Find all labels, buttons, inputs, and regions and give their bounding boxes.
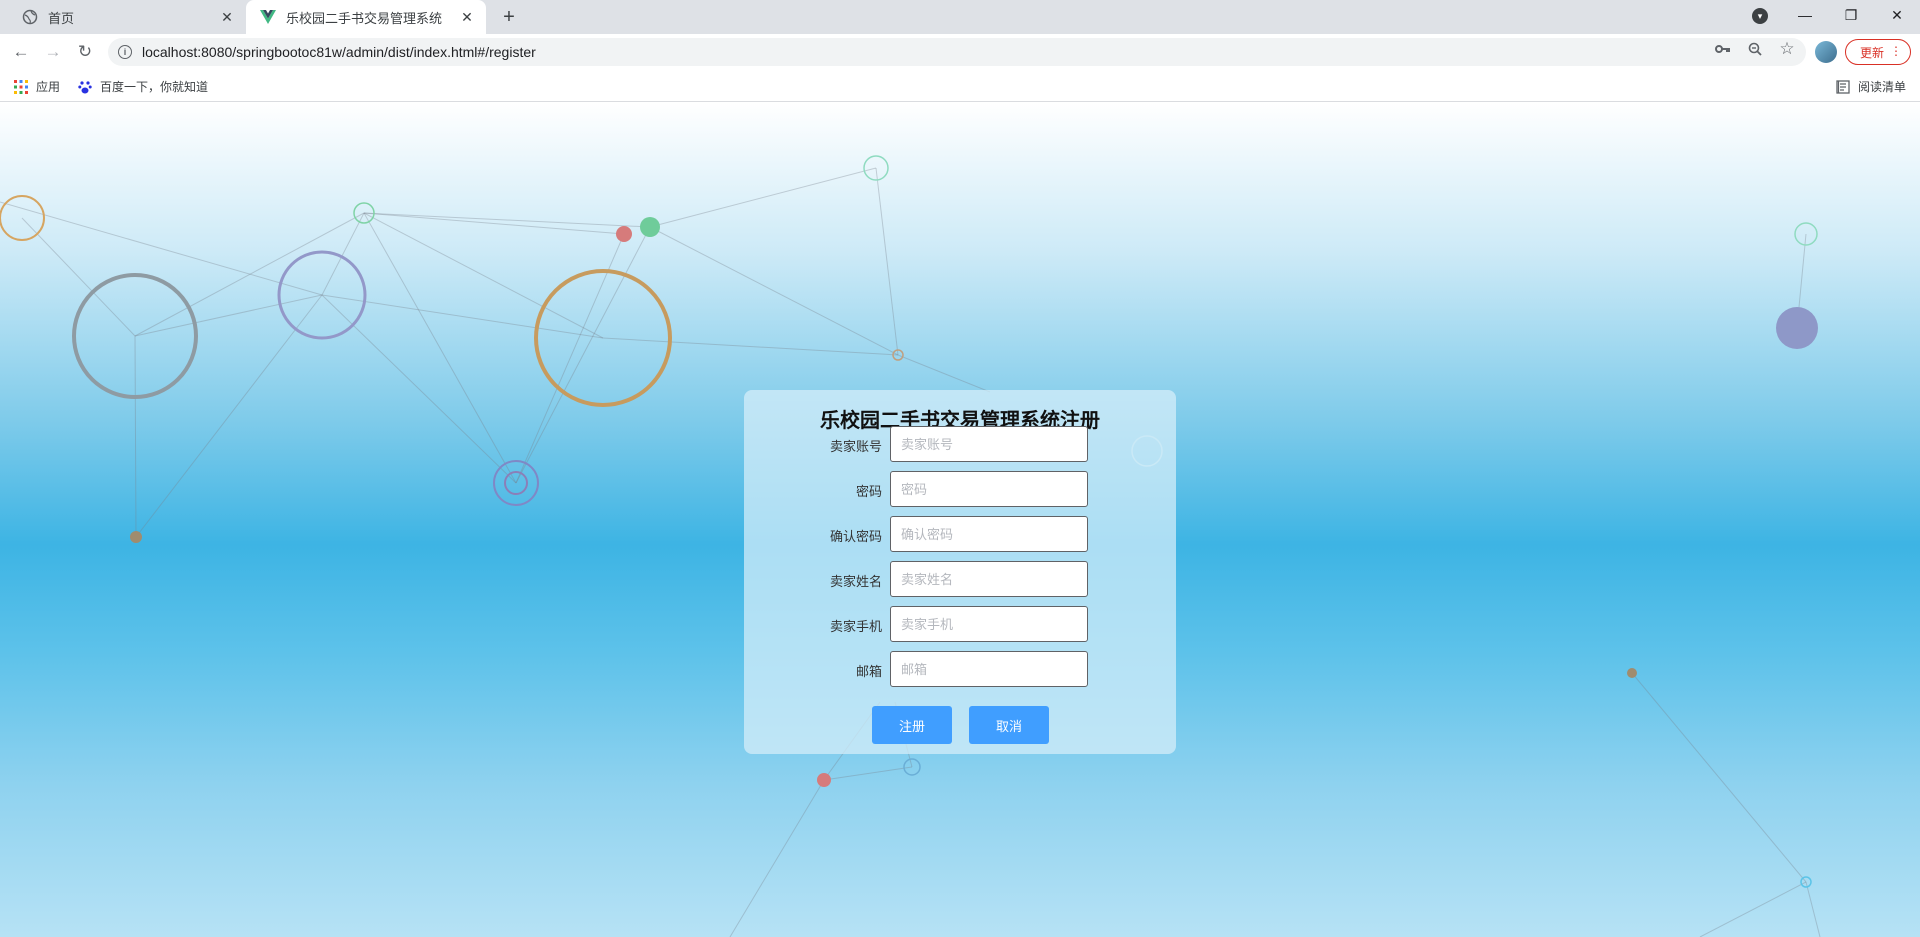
info-icon[interactable]: i (118, 45, 132, 59)
baidu-paw-icon (78, 80, 92, 94)
apps-grid-icon (14, 79, 28, 94)
avatar[interactable] (1815, 41, 1837, 63)
new-tab-button[interactable]: + (497, 5, 521, 29)
form-row-confirm-password: 确认密码 (744, 516, 1176, 552)
field-label: 密码 (855, 484, 882, 499)
field-label: 邮箱 (855, 664, 882, 679)
cancel-button[interactable]: 取消 (969, 706, 1049, 744)
close-icon[interactable]: ✕ (458, 8, 476, 26)
bookmark-baidu[interactable]: 百度一下，你就知道 (78, 78, 208, 95)
bookmark-label: 应用 (36, 80, 61, 94)
register-button[interactable]: 注册 (872, 706, 952, 744)
tab-title: 乐校园二手书交易管理系统 (286, 10, 443, 26)
globe-icon (22, 9, 38, 25)
confirm-password-input[interactable] (890, 516, 1088, 552)
restore-button[interactable]: ❐ (1828, 0, 1874, 30)
account-input[interactable] (890, 426, 1088, 462)
register-page: 乐校园二手书交易管理系统注册 卖家账号 密码 确认密码 卖家姓名 卖家手机 邮箱… (0, 102, 1920, 937)
seller-phone-input[interactable] (890, 606, 1088, 642)
star-icon[interactable]: ☆ (1778, 39, 1796, 58)
form-row-phone: 卖家手机 (744, 606, 1176, 642)
back-button[interactable]: ← (9, 40, 33, 64)
reload-button[interactable]: ↻ (73, 40, 97, 64)
field-label: 卖家姓名 (829, 574, 882, 589)
tab-register[interactable]: 乐校园二手书交易管理系统 ✕ (246, 0, 486, 34)
forward-button[interactable]: → (41, 40, 65, 64)
tab-search-icon[interactable]: ▾ (1752, 8, 1768, 24)
form-row-name: 卖家姓名 (744, 561, 1176, 597)
update-label: 更新 (1860, 45, 1885, 60)
key-icon[interactable] (1714, 40, 1732, 58)
update-button[interactable]: 更新 ⋮ (1845, 39, 1911, 65)
close-window-button[interactable]: ✕ (1874, 0, 1920, 30)
email-input[interactable] (890, 651, 1088, 687)
tab-home[interactable]: 首页 ✕ (8, 0, 246, 34)
tab-title: 首页 (48, 10, 75, 26)
field-label: 卖家账号 (829, 439, 882, 454)
register-card: 乐校园二手书交易管理系统注册 卖家账号 密码 确认密码 卖家姓名 卖家手机 邮箱… (744, 390, 1176, 754)
zoom-icon[interactable] (1746, 40, 1764, 58)
url-text[interactable]: localhost:8080/springbootoc81w/admin/dis… (142, 44, 536, 60)
tab-strip: 首页 ✕ 乐校园二手书交易管理系统 ✕ + ▾ — ❐ ✕ (0, 0, 1920, 34)
reading-list-icon (1836, 79, 1850, 94)
more-icon: ⋮ (1890, 44, 1902, 58)
password-input[interactable] (890, 471, 1088, 507)
field-label: 确认密码 (829, 529, 882, 544)
seller-name-input[interactable] (890, 561, 1088, 597)
bookmark-label: 百度一下，你就知道 (100, 80, 209, 94)
browser-toolbar: ← → ↻ i localhost:8080/springbootoc81w/a… (0, 34, 1920, 70)
reading-list-label: 阅读清单 (1858, 80, 1907, 94)
minimize-button[interactable]: — (1782, 0, 1828, 30)
form-row-email: 邮箱 (744, 651, 1176, 687)
address-bar[interactable]: i localhost:8080/springbootoc81w/admin/d… (108, 38, 1806, 66)
bookmarks-bar: 应用 百度一下，你就知道 阅读清单 (0, 70, 1920, 102)
bookmark-apps[interactable]: 应用 (14, 78, 60, 95)
close-icon[interactable]: ✕ (218, 8, 236, 26)
form-row-password: 密码 (744, 471, 1176, 507)
vue-logo-icon (260, 9, 276, 25)
reading-list-button[interactable]: 阅读清单 (1836, 78, 1906, 95)
form-row-account: 卖家账号 (744, 426, 1176, 462)
field-label: 卖家手机 (829, 619, 882, 634)
